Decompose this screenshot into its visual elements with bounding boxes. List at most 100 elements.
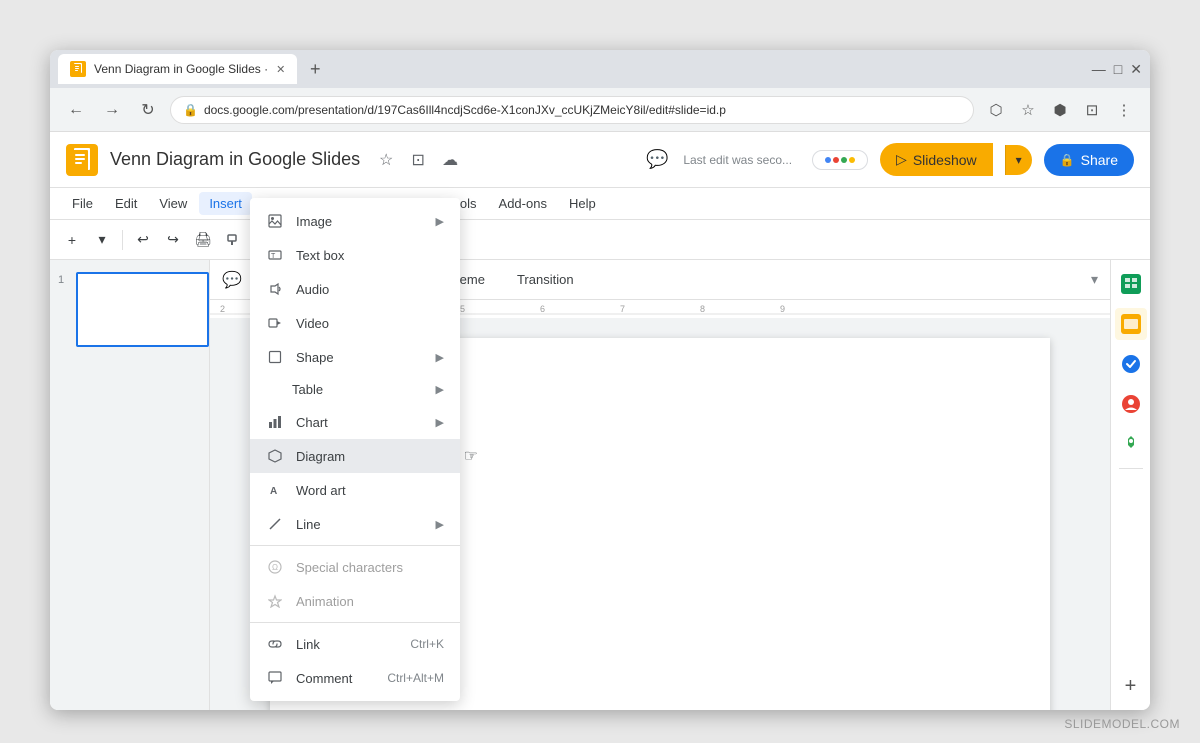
svg-text:A: A (270, 486, 277, 497)
insert-video-item[interactable]: Video (250, 306, 460, 340)
insert-image-item[interactable]: Image ▶ (250, 204, 460, 238)
video-label: Video (296, 316, 444, 331)
sheets-icon[interactable] (1115, 268, 1147, 300)
url-bar[interactable]: 🔒 docs.google.com/presentation/d/197Cas6… (170, 96, 974, 124)
menu-addons[interactable]: Add-ons (489, 192, 557, 215)
menu-help[interactable]: Help (559, 192, 606, 215)
new-tab-button[interactable]: + (301, 55, 329, 83)
watermark: SLIDEMODEL.COM (1064, 717, 1180, 731)
header-icons: ☆ ⊡ ☁ (372, 146, 464, 174)
add-sidebar-icon[interactable]: + (1115, 670, 1147, 702)
transition-button[interactable]: Transition (505, 268, 586, 291)
svg-text:T: T (271, 253, 276, 260)
shape-label: Shape (296, 350, 424, 365)
minimize-button[interactable]: — (1092, 61, 1106, 77)
comment-label: Comment (296, 671, 375, 686)
back-button[interactable]: ← (62, 96, 90, 124)
add-slide-button[interactable]: + (58, 226, 86, 254)
print-button[interactable]: 🖨 (189, 226, 217, 254)
sidebar-divider (1119, 468, 1143, 469)
app-title: Venn Diagram in Google Slides (110, 149, 360, 170)
insert-shape-item[interactable]: Shape ▶ (250, 340, 460, 374)
comment-shortcut: Ctrl+Alt+M (387, 671, 444, 685)
slideshow-button[interactable]: ▷ Slideshow (880, 143, 993, 176)
insert-wordart-item[interactable]: A Word art (250, 473, 460, 507)
cloud-icon[interactable]: ☁ (436, 146, 464, 174)
app-header: Venn Diagram in Google Slides ☆ ⊡ ☁ 💬 La… (50, 132, 1150, 188)
menu-insert[interactable]: Insert (199, 192, 252, 215)
diagram-label: Diagram (296, 449, 444, 464)
insert-diagram-item[interactable]: Diagram ☞ (250, 439, 460, 473)
slides-icon[interactable] (1115, 308, 1147, 340)
insert-comment-item[interactable]: Comment Ctrl+Alt+M (250, 661, 460, 695)
slide-panel: 1 (50, 260, 210, 710)
cast-icon[interactable]: ⬡ (982, 96, 1010, 124)
menu-edit[interactable]: Edit (105, 192, 147, 215)
contacts-icon[interactable] (1115, 388, 1147, 420)
content-area: 1 💬 Background Layout Theme Transition ▾ (50, 260, 1150, 710)
menu-view[interactable]: View (149, 192, 197, 215)
video-icon (266, 314, 284, 332)
comment-icon[interactable]: 💬 (222, 270, 242, 290)
insert-line-item[interactable]: Line ▶ (250, 507, 460, 541)
undo-button[interactable]: ↩ (129, 226, 157, 254)
comment-menu-icon (266, 669, 284, 687)
meet-icon (825, 157, 855, 163)
chart-arrow: ▶ (436, 416, 444, 429)
slide-thumbnail[interactable] (76, 272, 209, 347)
svg-text:6: 6 (540, 304, 545, 314)
paint-format-button[interactable] (219, 226, 247, 254)
insert-audio-item[interactable]: Audio (250, 272, 460, 306)
menu-file[interactable]: File (62, 192, 103, 215)
cursor-pointer: ☞ (464, 446, 478, 466)
star-icon[interactable]: ☆ (372, 146, 400, 174)
maximize-button[interactable]: □ (1114, 61, 1122, 77)
image-label: Image (296, 214, 424, 229)
title-bar: Venn Diagram in Google Slides · ✕ + — □ … (50, 50, 1150, 88)
wordart-label: Word art (296, 483, 444, 498)
insert-link-item[interactable]: Link Ctrl+K (250, 627, 460, 661)
tasks-icon[interactable] (1115, 348, 1147, 380)
close-tab-button[interactable]: ✕ (276, 63, 285, 76)
insert-chart-item[interactable]: Chart ▶ (250, 405, 460, 439)
toolbar-divider-1 (122, 230, 123, 250)
image-icon (266, 212, 284, 230)
menu-divider-1 (250, 545, 460, 546)
slideshow-dropdown-button[interactable]: ▾ (1005, 145, 1032, 175)
share-button[interactable]: 🔒 Share (1044, 144, 1134, 176)
browser-tab[interactable]: Venn Diagram in Google Slides · ✕ (58, 54, 297, 84)
last-edit-text: Last edit was seco... (683, 153, 792, 167)
animation-icon (266, 592, 284, 610)
tab-title: Venn Diagram in Google Slides · (94, 62, 268, 76)
slide-1-wrapper: 1 (58, 272, 201, 347)
chart-label: Chart (296, 415, 424, 430)
svg-text:5: 5 (460, 304, 465, 314)
close-window-button[interactable]: ✕ (1130, 61, 1142, 78)
app-logo (66, 144, 98, 176)
link-shortcut: Ctrl+K (410, 637, 444, 651)
chart-icon (266, 413, 284, 431)
insert-dropdown-menu: Image ▶ T Text box Audio (250, 198, 460, 701)
profile-icon[interactable]: ⊡ (1078, 96, 1106, 124)
slide-number: 1 (58, 274, 70, 286)
redo-button[interactable]: ↪ (159, 226, 187, 254)
insert-textbox-item[interactable]: T Text box (250, 238, 460, 272)
special-chars-label: Special characters (296, 560, 444, 575)
collapse-panel-button[interactable]: ▾ (1091, 271, 1098, 288)
forward-button[interactable]: → (98, 96, 126, 124)
url-text: docs.google.com/presentation/d/197Cas6Il… (204, 103, 726, 117)
add-slide-arrow[interactable]: ▾ (88, 226, 116, 254)
toolbar: + ▾ ↩ ↪ 🖨 (50, 220, 1150, 260)
bookmark-icon[interactable]: ☆ (1014, 96, 1042, 124)
refresh-button[interactable]: ↻ (134, 96, 162, 124)
extensions-icon[interactable]: ⬢ (1046, 96, 1074, 124)
maps-icon[interactable] (1115, 428, 1147, 460)
chat-icon[interactable]: 💬 (643, 146, 671, 174)
meet-button[interactable] (812, 150, 868, 170)
drive-icon[interactable]: ⊡ (404, 146, 432, 174)
audio-label: Audio (296, 282, 444, 297)
app-area: Venn Diagram in Google Slides ☆ ⊡ ☁ 💬 La… (50, 132, 1150, 710)
menu-icon[interactable]: ⋮ (1110, 96, 1138, 124)
browser-toolbar-icons: ⬡ ☆ ⬢ ⊡ ⋮ (982, 96, 1138, 124)
insert-table-item[interactable]: Table ▶ (250, 374, 460, 405)
